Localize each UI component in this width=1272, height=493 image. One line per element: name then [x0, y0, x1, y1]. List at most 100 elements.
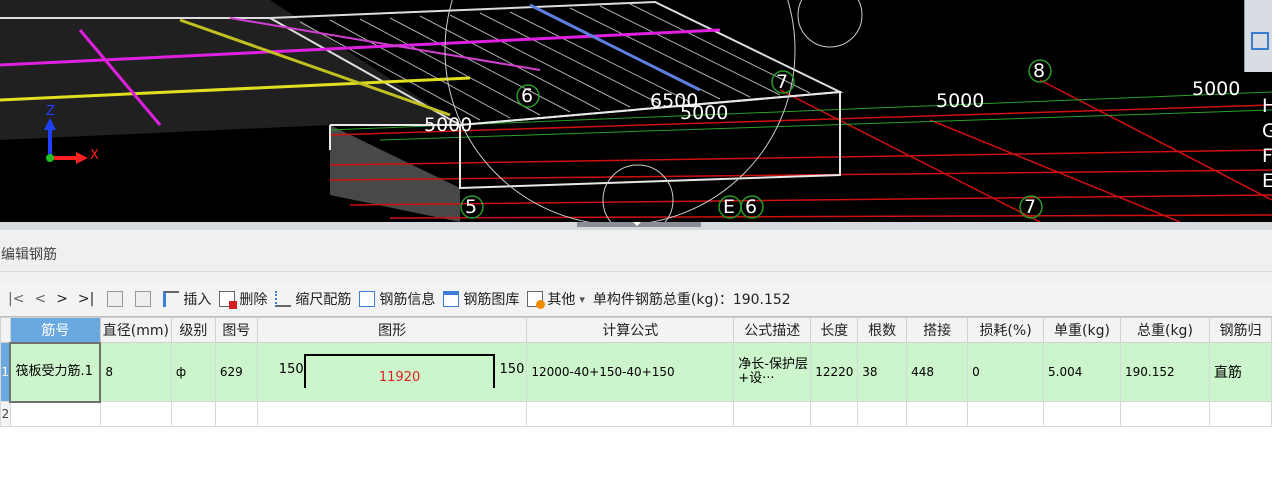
- grade-cell[interactable]: ф: [170, 342, 216, 402]
- grid-view-icon: [1251, 32, 1269, 50]
- column-header[interactable]: 直径(mm): [99, 317, 172, 343]
- other-label: 其他: [547, 292, 576, 308]
- column-header[interactable]: 搭接: [906, 317, 969, 343]
- column-header[interactable]: 计算公式: [526, 317, 735, 343]
- table-row[interactable]: 2: [0, 401, 1272, 427]
- move-up-icon[interactable]: [107, 291, 124, 307]
- scale-rebar-button[interactable]: 缩尺配筋: [275, 289, 351, 309]
- nav-last-button[interactable]: >|: [73, 291, 99, 307]
- lap-cell[interactable]: 448: [906, 342, 969, 402]
- empty-cell[interactable]: [810, 401, 859, 427]
- right-axis-label: H: [1262, 95, 1272, 117]
- column-header[interactable]: 长度: [810, 317, 859, 343]
- axis-marker-7b: 7: [1024, 196, 1037, 218]
- 3d-viewport[interactable]: 8 7 6 5 E 6 7 5000 5000 5000 6500 5000 H…: [0, 0, 1272, 222]
- shape-cell[interactable]: 150 11920 150: [256, 342, 528, 402]
- nav-prev-button[interactable]: <: [29, 291, 51, 307]
- column-header[interactable]: 筋号: [9, 317, 101, 343]
- scale-icon: [275, 291, 292, 307]
- axis-x-label: X: [90, 148, 99, 163]
- axis-marker-e: E: [723, 196, 736, 218]
- insert-button[interactable]: 插入: [163, 289, 211, 309]
- rebar-library-button[interactable]: 钢筋图库: [443, 289, 519, 309]
- column-header[interactable]: 图号: [214, 317, 258, 343]
- column-header[interactable]: 单重(kg): [1043, 317, 1121, 343]
- empty-cell[interactable]: [9, 401, 101, 427]
- shape-mid-length: 11920: [378, 370, 421, 385]
- rebar-toolbar: |< < > >| 插入 删除 缩尺配筋 钢筋信息 钢筋图库 其他 ▾ 单构件钢…: [0, 282, 1272, 316]
- dimension-label: 5000: [1192, 78, 1241, 100]
- empty-cell[interactable]: [1119, 401, 1210, 427]
- empty-cell[interactable]: [733, 401, 812, 427]
- header-corner: [0, 317, 11, 343]
- shape-left-length: 150: [278, 362, 304, 377]
- row-number[interactable]: 1: [0, 342, 11, 402]
- chevron-down-icon: ▾: [579, 292, 585, 306]
- length-cell[interactable]: 12220: [810, 342, 859, 402]
- diameter-cell[interactable]: 8: [99, 342, 172, 402]
- nav-first-button[interactable]: |<: [0, 291, 29, 307]
- table-header-row: 筋号 直径(mm) 级别 图号 图形 计算公式 公式描述 长度 根数 搭接 损耗…: [0, 317, 1272, 343]
- unit-weight-cell[interactable]: 5.004: [1043, 342, 1121, 402]
- empty-cell[interactable]: [1208, 401, 1272, 427]
- row-number[interactable]: 2: [0, 401, 11, 427]
- delete-label: 删除: [239, 292, 268, 308]
- library-label: 钢筋图库: [463, 292, 520, 308]
- empty-cell[interactable]: [1043, 401, 1121, 427]
- total-weight-cell[interactable]: 190.152: [1119, 342, 1210, 402]
- axis-z-label: Z: [46, 104, 55, 119]
- shape-bar: 11920: [303, 354, 496, 388]
- empty-cell[interactable]: [967, 401, 1045, 427]
- collapse-arrow-icon: [633, 222, 641, 226]
- library-icon: [443, 291, 460, 307]
- document-icon: [359, 291, 376, 307]
- rebar-table: 筋号 直径(mm) 级别 图号 图形 计算公式 公式描述 长度 根数 搭接 损耗…: [0, 316, 1272, 493]
- table-row[interactable]: 1 筏板受力筋.1 8 ф 629 150 11920 150 12000-40…: [0, 341, 1272, 403]
- empty-cell[interactable]: [906, 401, 969, 427]
- column-header[interactable]: 图形: [256, 317, 528, 343]
- column-header[interactable]: 钢筋归: [1208, 317, 1272, 343]
- insert-icon: [163, 291, 180, 307]
- figure-no-cell[interactable]: 629: [214, 342, 258, 402]
- dimension-label: 6500: [650, 90, 699, 112]
- dimension-label: 5000: [424, 114, 473, 136]
- axis-marker-8: 8: [1033, 60, 1046, 82]
- rebar-info-button[interactable]: 钢筋信息: [359, 289, 435, 309]
- empty-cell[interactable]: [526, 401, 735, 427]
- info-label: 钢筋信息: [379, 292, 436, 308]
- right-axis-label: F: [1262, 145, 1272, 167]
- axis-marker-5: 5: [465, 196, 478, 218]
- delete-button[interactable]: 删除: [219, 289, 267, 309]
- empty-cell[interactable]: [256, 401, 528, 427]
- formula-cell[interactable]: 12000-40+150-40+150: [526, 342, 735, 402]
- view-cube-button[interactable]: [1244, 0, 1272, 72]
- column-header[interactable]: 根数: [857, 317, 908, 343]
- axis-marker-6b: 6: [745, 196, 758, 218]
- empty-cell[interactable]: [170, 401, 216, 427]
- total-weight-text: 单构件钢筋总重(kg)：190.152: [592, 292, 791, 308]
- column-header[interactable]: 损耗(%): [967, 317, 1045, 343]
- loss-cell[interactable]: 0: [967, 342, 1045, 402]
- panel-splitter[interactable]: [0, 222, 1272, 230]
- rebar-shape: 150 11920 150: [258, 344, 526, 401]
- rebar-name-cell[interactable]: 筏板受力筋.1: [9, 341, 102, 403]
- panel-title: 编辑钢筋: [0, 238, 1272, 272]
- count-cell[interactable]: 38: [857, 342, 908, 402]
- column-header[interactable]: 总重(kg): [1119, 317, 1210, 343]
- move-down-icon[interactable]: [135, 291, 152, 307]
- column-header[interactable]: 级别: [170, 317, 216, 343]
- scale-label: 缩尺配筋: [295, 292, 352, 308]
- right-axis-label: G: [1262, 120, 1272, 142]
- empty-cell[interactable]: [99, 401, 172, 427]
- axis-marker-7: 7: [776, 71, 789, 93]
- column-header[interactable]: 公式描述: [733, 317, 812, 343]
- axis-marker-6: 6: [521, 85, 534, 107]
- empty-cell[interactable]: [857, 401, 908, 427]
- dimension-label: 5000: [936, 90, 985, 112]
- empty-cell[interactable]: [214, 401, 258, 427]
- other-button[interactable]: 其他 ▾: [527, 289, 585, 309]
- description-cell[interactable]: 净长-保护层+设···: [733, 342, 812, 402]
- category-cell[interactable]: 直筋: [1208, 342, 1272, 402]
- right-axis-label: E: [1262, 170, 1272, 192]
- nav-next-button[interactable]: >: [51, 291, 73, 307]
